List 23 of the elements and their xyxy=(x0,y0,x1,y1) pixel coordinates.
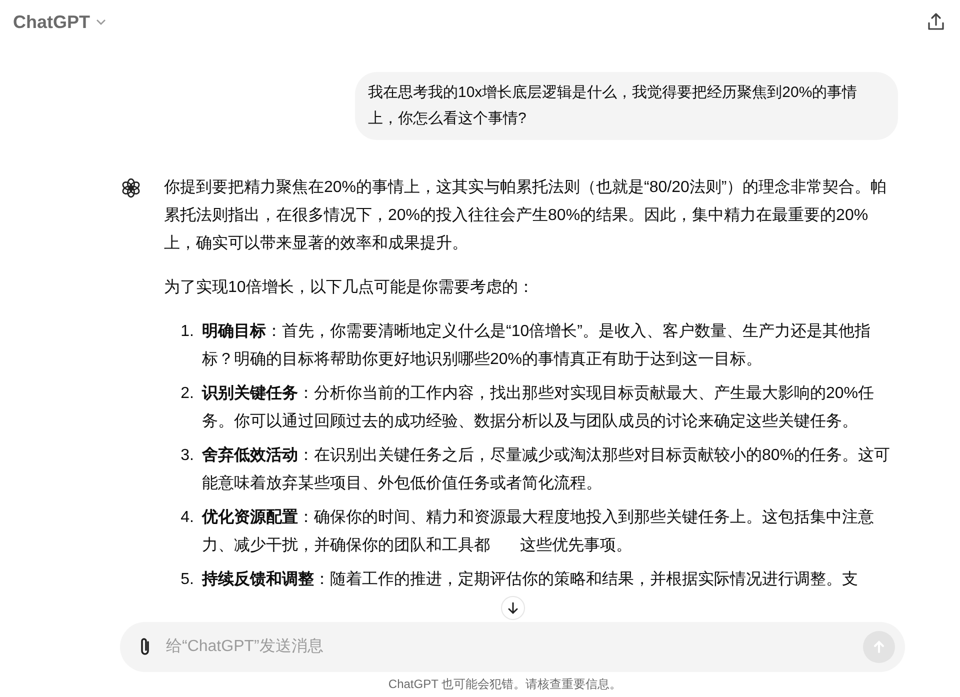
list-item-text: 明确目标：首先，你需要清晰地定义什么是“10倍增长”。是收入、客户数量、生产力还是其他指标？明确的目标将帮助你更好地识别哪些20%的事情真正有助于达到这一目标。 xyxy=(202,323,870,368)
chevron-down-icon[interactable] xyxy=(96,19,106,25)
model-title[interactable]: ChatGPT xyxy=(13,12,90,32)
disclaimer-text: ChatGPT 也可能会犯错。请核查重要信息。 xyxy=(387,676,622,693)
assistant-paragraph: 你提到要把精力聚焦在20%的事情上，这其实与帕累托法则（也就是“80/20法则”）的理念非常契合。帕累托法则指出，在很多情况下，20%的投入往往会产生80%的结果。因此，集中精力在最重要的20%上，确实可以带来显著的效率和成果提升。 xyxy=(164,178,888,254)
message-composer[interactable]: 给“ChatGPT”发送消息 xyxy=(120,622,905,672)
scroll-down-button[interactable] xyxy=(500,596,524,620)
list-number: 2. xyxy=(180,384,194,404)
arrow-up-icon xyxy=(872,640,886,654)
assistant-paragraph: 为了实现10倍增长，以下几点可能是你需要考虑的： xyxy=(164,278,535,298)
assistant-logo-icon xyxy=(120,177,142,199)
list-item-text: 识别关键任务：分析你当前的工作内容，找出那些对实现目标贡献最大、产生最大影响的20%任务。你可以通过回顾过去的成功经验、数据分析以及与团队成员的讨论来确定这些关键任务。 xyxy=(202,385,874,430)
list-item-text: 舍弃低效活动：在识别出关键任务之后，尽量减少或淘汰那些对目标贡献较小的80%的任务。这可能意味着放弃某些项目、外包低价值任务或者简化流程。 xyxy=(202,447,890,492)
list-number: 1. xyxy=(180,322,194,342)
list-item-text: 优化资源配置：确保你的时间、精力和资源最大程度地投入到那些关键任务上。这包括集中注意力、减少干扰，并确保你的团队和工具都 这些优先事项。 xyxy=(202,509,874,554)
list-number: 4. xyxy=(180,508,194,528)
message-input[interactable]: 给“ChatGPT”发送消息 xyxy=(164,637,853,657)
arrow-down-icon xyxy=(506,601,520,615)
user-message: 我在思考我的10x增长底层逻辑是什么，我觉得要把经历聚焦到20%的事情上，你怎么看这个事情? xyxy=(355,72,898,140)
list-item-text: 持续反馈和调整：随着工作的推进，定期评估你的策略和结果，并根据实际情况进行调整。支 xyxy=(202,571,858,588)
share-icon[interactable] xyxy=(926,12,946,32)
list-number: 5. xyxy=(180,570,194,590)
list-number: 3. xyxy=(180,446,194,466)
